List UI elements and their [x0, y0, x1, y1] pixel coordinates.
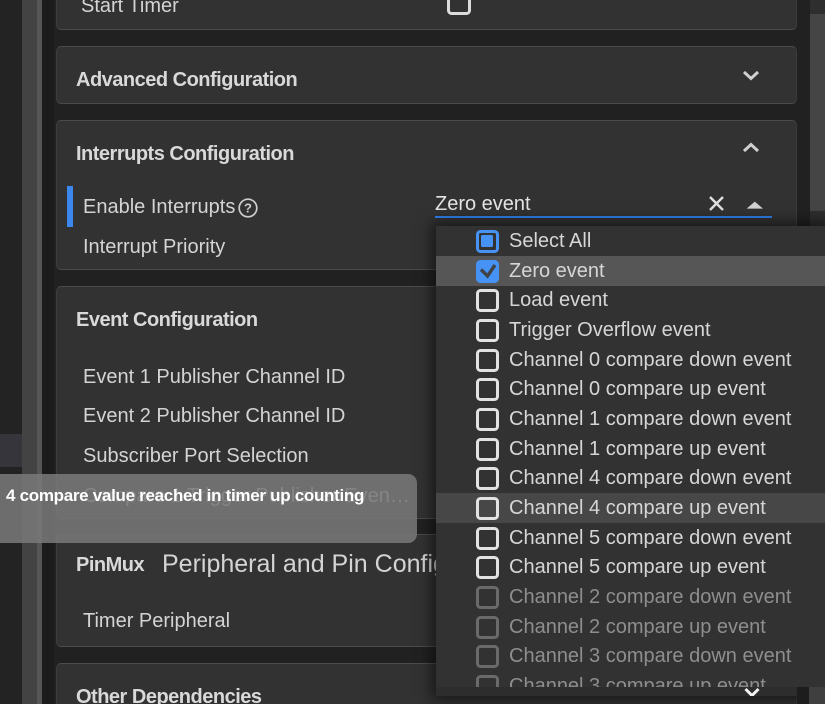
- svg-text:?: ?: [244, 201, 252, 216]
